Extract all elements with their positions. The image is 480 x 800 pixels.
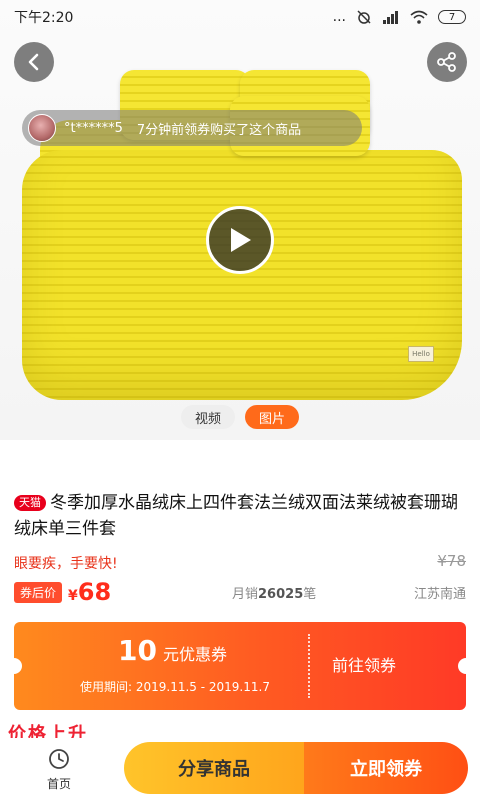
sales-prefix: 月销	[232, 586, 259, 602]
tab-images[interactable]: 图片	[245, 405, 299, 429]
clock-icon	[49, 748, 69, 769]
coupon-notch-left	[14, 658, 22, 674]
tab-video[interactable]: 视频	[181, 405, 235, 429]
coupon-divider	[308, 634, 310, 698]
tmall-badge: 天猫	[14, 495, 46, 511]
fabric-tag: Hello	[408, 346, 434, 362]
avatar	[28, 114, 56, 142]
original-price: ¥78	[437, 552, 466, 570]
buyer-name: °t******5	[64, 120, 123, 136]
ship-from-location: 江苏南通	[413, 586, 466, 602]
coupon-value: 10	[118, 634, 157, 667]
share-button[interactable]	[427, 42, 467, 82]
yellow-duvet	[22, 150, 462, 400]
product-title: 天猫 冬季加厚水晶绒床上四件套法兰绒双面法莱绒被套珊瑚绒床单三件套	[14, 490, 470, 542]
coupon-unit: 元优惠券	[162, 645, 227, 664]
status-bar: 下午2:20 ... 7	[0, 0, 480, 34]
battery-level: 7	[448, 11, 456, 23]
after-coupon-label: 券后价	[14, 581, 63, 603]
coupon-card[interactable]: 10 元优惠券 使用期间: 2019.11.5 - 2019.11.7 前往领券	[14, 622, 466, 710]
home-button[interactable]: 首页	[0, 738, 118, 800]
share-product-button[interactable]: 分享商品	[124, 742, 304, 794]
promo-slogan: 眼要疾，手要快!	[14, 556, 118, 572]
more-dots-icon: ...	[332, 9, 346, 25]
play-icon	[231, 228, 251, 252]
home-label: 首页	[46, 776, 71, 791]
share-icon	[437, 52, 456, 72]
wifi-icon	[410, 10, 428, 24]
play-video-button[interactable]	[206, 206, 274, 274]
price-value: 68	[77, 578, 112, 606]
battery-icon: 7	[438, 10, 466, 24]
monthly-sales: 月销26025笔	[232, 583, 316, 602]
coupon-amount: 10 元优惠券	[118, 634, 227, 667]
alarm-off-icon	[357, 10, 371, 24]
price-trend-heading: 价格上升	[8, 724, 88, 740]
back-button[interactable]	[14, 42, 54, 82]
recent-buyer-toast: °t******5 7分钟前领券购买了这个商品	[22, 110, 362, 146]
status-icons: ... 7	[333, 9, 466, 25]
product-title-text: 冬季加厚水晶绒床上四件套法兰绒双面法莱绒被套珊瑚绒床单三件套	[14, 493, 458, 539]
current-price: ¥68	[68, 578, 111, 606]
media-tabs: 视频 图片	[0, 405, 480, 429]
bottom-bar: 首页 分享商品 立即领券	[0, 738, 480, 800]
currency-symbol: ¥	[68, 588, 78, 604]
chevron-left-icon	[28, 53, 39, 71]
signal-icon	[383, 11, 398, 24]
coupon-validity: 使用期间: 2019.11.5 - 2019.11.7	[80, 680, 270, 694]
claim-coupon-now-button[interactable]: 立即领券	[304, 742, 468, 794]
status-time: 下午2:20	[14, 10, 74, 26]
go-claim-coupon-button[interactable]: 前往领券	[332, 652, 396, 676]
coupon-notch-right	[458, 658, 466, 674]
buyer-message: 7分钟前领券购买了这个商品	[136, 122, 302, 138]
sales-suffix: 笔	[303, 586, 317, 602]
sales-count: 26025	[258, 586, 304, 602]
price-row: 券后价 ¥68 月销26025笔 江苏南通	[14, 578, 466, 606]
